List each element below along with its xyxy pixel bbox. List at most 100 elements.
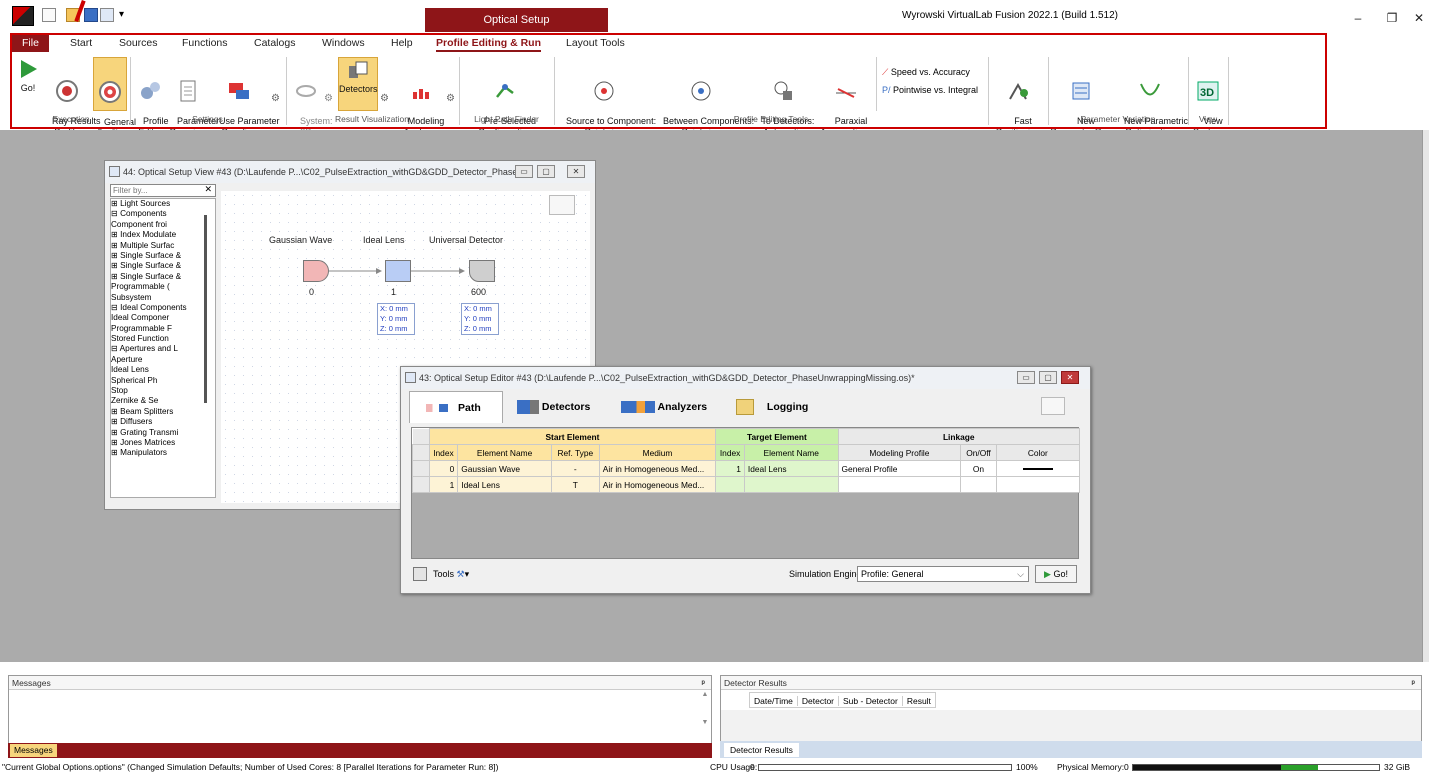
column-header[interactable]: Element Name [743, 444, 839, 461]
pin-icon[interactable]: ᵖ [702, 676, 705, 690]
tree-item[interactable]: Ideal Lens [111, 365, 215, 375]
column-header[interactable]: Index [428, 444, 459, 461]
tree-item[interactable]: ⊟ Apertures and L [111, 344, 215, 354]
tree-item[interactable]: Programmable F [111, 324, 215, 334]
maximize-icon[interactable]: ▢ [1039, 371, 1057, 384]
tree-item[interactable]: ⊞ Manipulators [111, 448, 215, 458]
tab-path[interactable]: Path [409, 391, 503, 423]
table-row[interactable]: 0 Gaussian Wave - Air in Homogeneous Med...… [412, 460, 1081, 477]
tab-detectors[interactable]: Detectors [517, 391, 590, 423]
analyzers-tab-icon [621, 401, 655, 414]
detector-node[interactable] [469, 260, 495, 282]
table-cell[interactable]: 1 [715, 460, 745, 477]
window-layout-icon[interactable] [100, 8, 114, 22]
messages-scrollbar[interactable]: ▲ ▼ [699, 691, 711, 741]
messages-tab[interactable]: Messages [10, 744, 57, 757]
column-header[interactable]: Sub - Detector [839, 696, 903, 706]
maximize-icon[interactable]: ▢ [537, 165, 555, 178]
table-cell[interactable] [743, 476, 839, 493]
column-header[interactable]: Ref. Type [550, 444, 600, 461]
tree-item[interactable]: Zernike & Se [111, 396, 215, 406]
column-header[interactable]: On/Off [960, 444, 997, 461]
row-header[interactable] [412, 476, 430, 493]
tab-analyzers[interactable]: Analyzers [621, 391, 707, 423]
minimize-icon[interactable]: ▭ [1017, 371, 1035, 384]
tree-item[interactable]: ⊞ Beam Splitters [111, 407, 215, 417]
tree-item[interactable]: ⊞ Index Modulate [111, 230, 215, 240]
tree-item[interactable]: ⊞ Single Surface & [111, 251, 215, 261]
column-header[interactable]: Result [903, 696, 935, 706]
tree-scrollbar[interactable] [203, 209, 209, 409]
qat-dropdown-icon[interactable]: ▾ [119, 9, 124, 20]
table-cell[interactable] [995, 476, 1081, 493]
tree-item[interactable]: Aperture [111, 355, 215, 365]
column-header[interactable]: Modeling Profile [837, 444, 962, 461]
pin-icon[interactable]: ᵖ [1412, 676, 1415, 690]
table-cell[interactable]: Gaussian Wave [457, 460, 552, 477]
filter-field[interactable]: ✕ [110, 184, 216, 197]
table-cell[interactable]: On [960, 460, 997, 477]
filter-input[interactable] [111, 185, 197, 196]
restore-icon[interactable]: ❐ [1382, 10, 1402, 26]
tree-item[interactable]: Spherical Ph [111, 376, 215, 386]
table-cell[interactable] [837, 476, 962, 493]
table-cell[interactable]: Ideal Lens [457, 476, 552, 493]
save-icon[interactable] [84, 8, 98, 22]
tree-item[interactable]: ⊞ Light Sources [111, 199, 215, 209]
tree-item[interactable]: Stop [111, 386, 215, 396]
tree-item[interactable]: ⊞ Diffusers [111, 417, 215, 427]
close-icon[interactable]: ✕ [567, 165, 585, 178]
tree-item[interactable]: ⊞ Jones Matrices [111, 438, 215, 448]
tree-item[interactable]: ⊞ Single Surface & [111, 261, 215, 271]
go-run-button[interactable]: ▶ Go! [1035, 565, 1077, 583]
tree-item[interactable]: Subsystem [111, 293, 215, 303]
column-header[interactable]: Medium [598, 444, 717, 461]
column-header[interactable]: Element Name [457, 444, 552, 461]
tree-item[interactable]: Ideal Componer [111, 313, 215, 323]
editor-grid-icon[interactable] [413, 567, 427, 581]
column-header[interactable]: Color [995, 444, 1081, 461]
tab-logging[interactable]: Logging [736, 391, 808, 423]
table-row[interactable]: 1 Ideal Lens T Air in Homogeneous Med... [412, 476, 1081, 493]
table-cell[interactable]: T [550, 476, 600, 493]
column-header[interactable]: Detector [797, 696, 840, 706]
minimize-icon[interactable]: – [1348, 10, 1368, 26]
tools-menu-button[interactable]: Tools ⚒▾ [433, 567, 469, 581]
table-cell[interactable]: Ideal Lens [743, 460, 839, 477]
editor-options-icon[interactable] [1041, 397, 1065, 415]
tree-item[interactable]: ⊟ Ideal Components [111, 303, 215, 313]
table-cell[interactable]: General Profile [837, 460, 962, 477]
node-coordinates[interactable]: X: 0 mm Y: 0 mm Z: 0 mm [377, 303, 415, 335]
table-cell[interactable] [715, 476, 745, 493]
close-icon[interactable]: ✕ [1061, 371, 1079, 384]
tree-item[interactable]: ⊞ Single Surface & [111, 272, 215, 282]
tree-item[interactable]: Component froi [111, 220, 215, 230]
table-cell[interactable]: - [550, 460, 600, 477]
new-file-icon[interactable] [42, 8, 56, 22]
node-coordinates[interactable]: X: 0 mm Y: 0 mm Z: 0 mm [461, 303, 499, 335]
table-cell[interactable]: 0 [428, 460, 459, 477]
memory-max: 32 GiB [1384, 762, 1410, 772]
tree-item[interactable]: ⊟ Components [111, 209, 215, 219]
tree-item[interactable]: ⊞ Multiple Surfac [111, 241, 215, 251]
simulation-engine-select[interactable]: Profile: General ⌵ [857, 566, 1029, 582]
tree-item[interactable]: ⊞ Grating Transmi [111, 428, 215, 438]
table-cell[interactable] [995, 460, 1081, 477]
minimize-icon[interactable]: ▭ [515, 165, 533, 178]
component-tree[interactable]: ⊞ Light Sources ⊟ Components Component fr… [110, 198, 216, 498]
column-header[interactable]: Index [715, 444, 745, 461]
clear-filter-icon[interactable]: ✕ [204, 184, 212, 195]
tree-item[interactable]: Stored Function [111, 334, 215, 344]
light-source-node[interactable] [303, 260, 329, 282]
row-header[interactable] [412, 460, 430, 477]
table-cell[interactable]: 1 [428, 476, 459, 493]
tree-item[interactable]: Programmable ( [111, 282, 215, 292]
column-header[interactable]: Date/Time [750, 696, 798, 706]
detector-results-tab[interactable]: Detector Results [724, 743, 799, 757]
table-cell[interactable]: Air in Homogeneous Med... [598, 460, 717, 477]
table-cell[interactable]: Air in Homogeneous Med... [598, 476, 717, 493]
lens-node[interactable] [385, 260, 411, 282]
close-icon[interactable]: ✕ [1411, 10, 1427, 26]
app-logo-icon[interactable] [12, 6, 34, 26]
table-cell[interactable] [960, 476, 997, 493]
